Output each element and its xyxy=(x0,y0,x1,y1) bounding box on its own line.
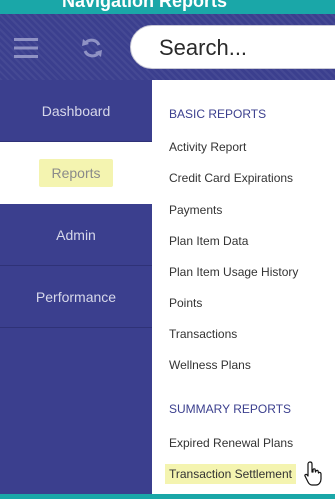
bottom-border xyxy=(0,494,335,499)
sidebar-item-label: Dashboard xyxy=(41,102,111,119)
report-link-wellness-plans[interactable]: Wellness Plans xyxy=(169,358,251,372)
report-link-plan-item-usage-history[interactable]: Plan Item Usage History xyxy=(169,265,298,279)
report-link-credit-card-expirations[interactable]: Credit Card Expirations xyxy=(169,171,293,185)
sidebar-item-dashboard[interactable]: Dashboard xyxy=(0,80,152,142)
report-link-expired-renewal-plans[interactable]: Expired Renewal Plans xyxy=(169,436,293,450)
summary-reports-heading: SUMMARY REPORTS xyxy=(169,402,292,416)
hamburger-menu-icon xyxy=(14,38,38,58)
sidebar-item-admin[interactable]: Admin xyxy=(0,204,152,266)
report-link-plan-item-data[interactable]: Plan Item Data xyxy=(169,234,248,248)
report-link-payments[interactable]: Payments xyxy=(169,203,222,217)
header-bar xyxy=(0,14,335,80)
top-banner-text: Navigation Reports xyxy=(62,0,228,11)
app-frame: Dashboard Reports Admin Performance BASI… xyxy=(0,14,335,494)
report-link-transaction-settlement[interactable]: Transaction Settlement xyxy=(165,464,296,484)
search-input[interactable] xyxy=(157,32,335,64)
report-link-points[interactable]: Points xyxy=(169,296,202,310)
refresh-icon xyxy=(82,38,102,58)
reports-submenu: BASIC REPORTS Activity Report Credit Car… xyxy=(152,80,335,494)
sidebar: Dashboard Reports Admin Performance xyxy=(0,80,152,494)
report-link-activity-report[interactable]: Activity Report xyxy=(169,140,246,154)
search-box[interactable] xyxy=(130,25,335,69)
sidebar-item-label: Admin xyxy=(56,226,96,243)
report-link-transactions[interactable]: Transactions xyxy=(169,327,237,341)
sidebar-item-label: Reports xyxy=(39,159,113,187)
sidebar-item-label: Performance xyxy=(35,288,117,305)
menu-button[interactable] xyxy=(8,30,44,66)
sidebar-item-performance[interactable]: Performance xyxy=(0,266,152,328)
sidebar-item-reports[interactable]: Reports xyxy=(0,142,152,204)
basic-reports-heading: BASIC REPORTS xyxy=(169,107,267,121)
top-banner: Navigation Reports xyxy=(0,0,335,14)
refresh-button[interactable] xyxy=(74,30,110,66)
